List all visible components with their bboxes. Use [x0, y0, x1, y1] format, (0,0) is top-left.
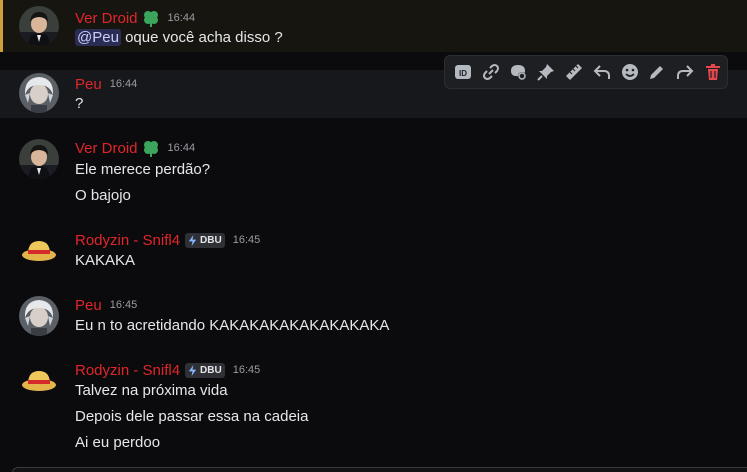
forward-button[interactable] [671, 58, 699, 86]
message-text: Ai eu perdoo [75, 434, 161, 451]
trash-icon [706, 64, 721, 80]
timestamp: 16:44 [167, 142, 196, 154]
message-text: Ele merece perdão? [75, 161, 211, 178]
message-text: Talvez na próxima vida [75, 382, 228, 399]
avatar-rodyzin[interactable] [19, 361, 59, 401]
timestamp: 16:44 [167, 12, 196, 24]
message-text: O bajojo [75, 187, 131, 204]
forum-icon [511, 65, 527, 80]
username[interactable]: Ver Droid [75, 140, 138, 157]
message[interactable]: Ver Droid 16:44 Ele merece perdão? O baj… [0, 138, 747, 208]
username[interactable]: Peu [75, 297, 102, 314]
timestamp: 16:45 [232, 234, 261, 246]
forward-icon [677, 65, 694, 79]
clover-leaf-icon [142, 139, 160, 157]
avatar-rodyzin[interactable] [19, 231, 59, 271]
avatar-peu[interactable] [19, 296, 59, 336]
message[interactable]: Peu 16:45 Eu n to acretidando KAKAKAKAKA… [0, 295, 747, 340]
measure-button[interactable] [560, 58, 588, 86]
message-input-edge[interactable] [12, 467, 747, 472]
copy-link-button[interactable] [477, 58, 505, 86]
clover-leaf-icon [142, 9, 160, 27]
add-reaction-button[interactable] [616, 58, 644, 86]
ruler-icon [566, 64, 583, 80]
role-tag: DBU [185, 362, 225, 378]
lightning-icon [188, 234, 197, 246]
message-text: ? [75, 95, 84, 112]
message-text: Depois dele passar essa na cadeia [75, 408, 309, 425]
avatar-ver-droid[interactable] [19, 6, 59, 46]
message-text: Eu n to acretidando KAKAKAKAKAKAKAKAKA [75, 317, 390, 334]
message-actions-toolbar: ID [444, 55, 728, 89]
lightning-icon [188, 364, 197, 376]
copy-id-button[interactable]: ID [449, 58, 477, 86]
timestamp: 16:45 [232, 364, 261, 376]
username[interactable]: Rodyzin - Snifl4 [75, 362, 180, 379]
avatar-ver-droid[interactable] [19, 139, 59, 179]
username[interactable]: Peu [75, 76, 102, 93]
user-mention[interactable]: @Peu [75, 29, 121, 46]
edit-icon [650, 66, 664, 79]
id-icon: ID [454, 65, 471, 79]
reply-button[interactable] [588, 58, 616, 86]
delete-message-button[interactable] [699, 58, 727, 86]
create-thread-button[interactable] [505, 58, 533, 86]
chat-messages: Ver Droid 16:44 @Peu oque você acha diss… [0, 0, 747, 472]
username[interactable]: Rodyzin - Snifl4 [75, 232, 180, 249]
role-tag: DBU [185, 232, 225, 248]
message[interactable]: Rodyzin - Snifl4 DBU 16:45 Talvez na pró… [0, 360, 747, 460]
link-icon [482, 64, 499, 80]
message-mention[interactable]: Ver Droid 16:44 @Peu oque você acha diss… [0, 0, 747, 52]
message[interactable]: Rodyzin - Snifl4 DBU 16:45 KAKAKA [0, 230, 747, 275]
timestamp: 16:44 [109, 78, 138, 90]
message-text: KAKAKA [75, 252, 136, 269]
emoji-icon [621, 64, 638, 80]
pin-icon [537, 64, 555, 81]
reply-icon [593, 65, 610, 79]
timestamp: 16:45 [109, 299, 138, 311]
edit-message-button[interactable] [644, 58, 672, 86]
message-text: @Peu oque você acha disso ? [75, 29, 283, 46]
pin-message-button[interactable] [532, 58, 560, 86]
username[interactable]: Ver Droid [75, 10, 138, 27]
svg-text:ID: ID [459, 69, 467, 78]
mention-indicator-bar [0, 0, 3, 52]
avatar-peu[interactable] [19, 73, 59, 113]
